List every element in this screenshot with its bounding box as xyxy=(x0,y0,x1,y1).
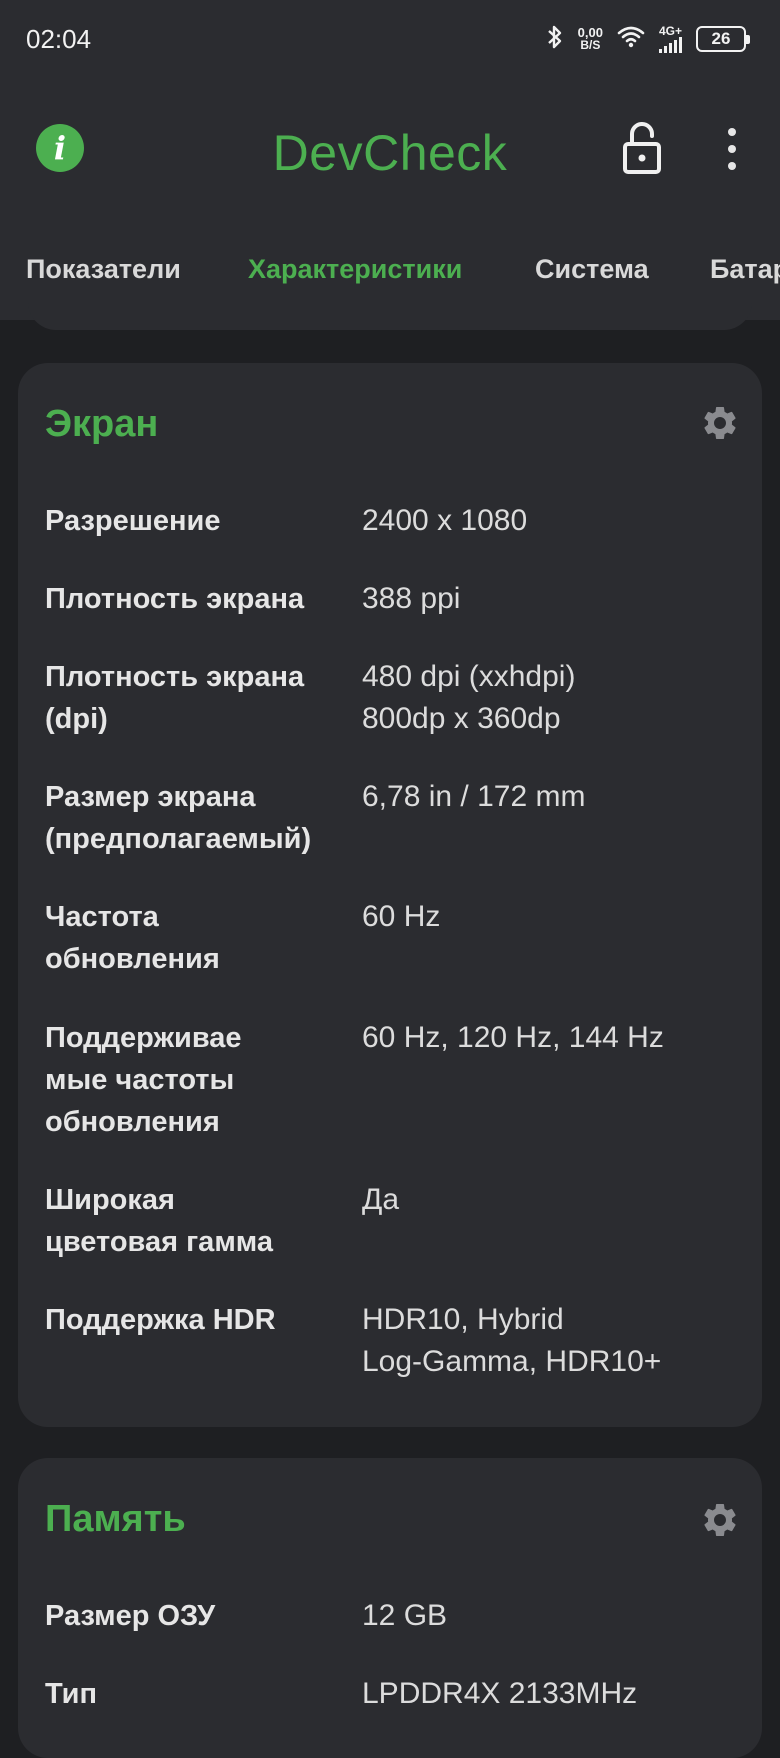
row-value: 60 Hz, 120 Hz, 144 Hz xyxy=(362,1021,664,1054)
tab-specifications[interactable]: Характеристики xyxy=(248,254,462,285)
battery-level: 26 xyxy=(711,29,731,48)
row-label: Размер ОЗУ xyxy=(45,1600,216,1632)
status-time: 02:04 xyxy=(26,24,92,54)
row-value: 388 ppi xyxy=(362,582,461,615)
row-value: 480 dpi (xxhdpi) 800dp x 360dp xyxy=(362,660,576,735)
settings-gear-icon[interactable] xyxy=(700,403,740,443)
row-value: 60 Hz xyxy=(362,900,441,933)
screen-card: Экран Разрешение 2400 x 1080 Плотность э… xyxy=(18,363,762,1427)
row-value: HDR10, Hybrid Log-Gamma, HDR10+ xyxy=(362,1303,662,1378)
lock-open-icon[interactable] xyxy=(617,118,667,178)
memory-card-title: Память xyxy=(45,1498,186,1540)
row-label: Широкая цветовая гамма xyxy=(45,1184,273,1258)
battery-icon: 26 xyxy=(696,26,750,52)
row-value: 12 GB xyxy=(362,1599,448,1632)
row-label: Размер экрана (предполагаемый) xyxy=(45,781,312,855)
net-speed: 0,00 B/S xyxy=(578,26,603,52)
row-value: Да xyxy=(362,1183,400,1216)
more-vert-icon[interactable] xyxy=(716,124,748,174)
wifi-icon xyxy=(617,26,645,53)
toolbar: i DevCheck xyxy=(0,110,780,190)
previous-card-edge xyxy=(28,300,752,330)
app-bar: 02:04 0,00 B/S 4G+ 26 i DevCheck Показат… xyxy=(0,0,780,320)
row-label: Поддерживае мые частоты обновления xyxy=(45,1022,242,1138)
row-label: Разрешение xyxy=(45,505,221,537)
bluetooth-icon xyxy=(546,24,564,55)
row-label: Плотность экрана xyxy=(45,583,305,615)
row-label: Тип xyxy=(45,1678,97,1710)
status-icons: 0,00 B/S 4G+ 26 xyxy=(546,22,750,56)
status-bar: 02:04 0,00 B/S 4G+ 26 xyxy=(0,0,780,80)
row-value: 2400 x 1080 xyxy=(362,504,528,537)
screen-card-title: Экран xyxy=(45,403,159,445)
row-value: 6,78 in / 172 mm xyxy=(362,780,586,813)
row-label: Поддержка HDR xyxy=(45,1304,276,1336)
row-label: Плотность экрана (dpi) xyxy=(45,661,305,735)
row-label: Частота обновления xyxy=(45,901,220,975)
settings-gear-icon[interactable] xyxy=(700,1500,740,1540)
tab-indicators[interactable]: Показатели xyxy=(26,254,181,285)
tab-battery[interactable]: Батар xyxy=(710,254,780,285)
tab-system[interactable]: Система xyxy=(535,254,649,285)
net-speed-unit: B/S xyxy=(580,38,601,52)
cellular-signal-icon: 4G+ xyxy=(658,24,682,53)
network-type: 4G+ xyxy=(658,24,682,38)
memory-card: Память Размер ОЗУ 12 GB Тип LPDDR4X 2133… xyxy=(18,1458,762,1758)
row-value: LPDDR4X 2133MHz xyxy=(362,1677,638,1710)
